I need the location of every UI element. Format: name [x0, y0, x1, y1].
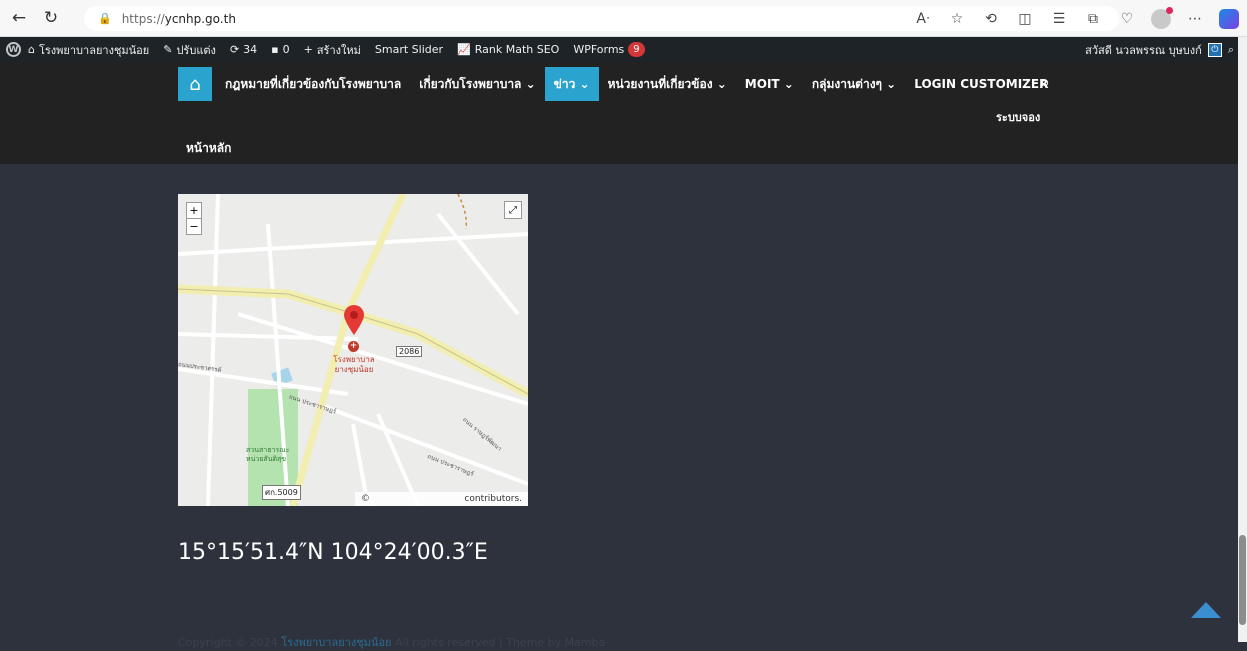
split-screen-icon[interactable]: ◫ — [1015, 11, 1035, 27]
attribution-text[interactable]: contributors. — [464, 494, 522, 504]
admin-new[interactable]: + สร้างใหม่ — [297, 37, 368, 62]
brush-icon: ✎ — [163, 43, 173, 56]
comment-icon: ▪ — [271, 43, 279, 56]
comments-count: 0 — [282, 43, 290, 56]
search-icon[interactable]: ⌕ — [1040, 72, 1050, 93]
road-minor — [178, 332, 359, 341]
admin-search-icon[interactable]: ⌕ — [1228, 43, 1234, 57]
scrollbar-thumb[interactable] — [1239, 535, 1246, 625]
road-tag-2086: 2086 — [396, 346, 423, 357]
scroll-to-top-icon[interactable] — [1191, 602, 1221, 618]
account-greeting[interactable]: สวัสดี นวลพรรณ บุษบงก์ — [1085, 41, 1202, 59]
location-map[interactable]: + − ⤢ + โรงพยาบาลยางชุมน้อย 2086 ศก.5009… — [178, 194, 528, 506]
collections-icon[interactable]: ⧉ — [1083, 11, 1103, 27]
home-link[interactable]: หน้าหลัก — [186, 139, 231, 158]
updates-icon: ⟳ — [229, 43, 240, 56]
menu-item-about[interactable]: เกี่ยวกับโรงพยาบาล ⌄ — [410, 67, 544, 101]
new-label: สร้างใหม่ — [316, 43, 361, 57]
hospital-label: โรงพยาบาลยางชุมน้อย — [333, 355, 375, 374]
road-minor — [206, 194, 220, 506]
wp-admin-bar: W ⌂ โรงพยาบาลยางชุมน้อย ✎ ปรับแต่ง ⟳ 34 … — [0, 37, 1238, 62]
coordinates-text: 15°15′51.4″N 104°24′00.3″E — [178, 540, 488, 565]
footer-suffix: All rights reserved | Theme by Mamba — [395, 636, 606, 649]
url-scheme: https:// — [121, 11, 165, 26]
rank-math-icon: 📈 — [457, 43, 471, 56]
browser-actions: Aᐧ ☆ ⟲ ◫ ☰ ⧉ ♡ ⋯ — [913, 6, 1239, 31]
wpforms-label: WPForms — [573, 43, 625, 56]
plus-icon: + — [303, 43, 313, 56]
menu-item-agencies[interactable]: หน่วยงานที่เกี่ยวข้อง ⌄ — [599, 67, 736, 101]
zoom-controls: + − — [186, 202, 202, 235]
admin-customize[interactable]: ✎ ปรับแต่ง — [156, 37, 223, 62]
park-label: สวนสาธารณะหน่วยสันติสุข — [246, 446, 290, 463]
smart-slider-label: Smart Slider — [374, 43, 444, 56]
zoom-in-button[interactable]: + — [187, 203, 201, 218]
favorite-star-icon[interactable]: ☆ — [947, 11, 967, 27]
footer-copyright: Copyright © 2024 โรงพยาบาลยางชุมน้อย All… — [178, 633, 605, 651]
road-minor — [178, 232, 528, 256]
customize-label: ปรับแต่ง — [176, 43, 216, 57]
admin-smart-slider[interactable]: Smart Slider — [368, 37, 450, 62]
favorites-icon[interactable]: ☰ — [1049, 11, 1069, 27]
fullscreen-icon[interactable]: ⤢ — [504, 201, 522, 219]
menu-item-login-customizer[interactable]: LOGIN CUSTOMIZER — [905, 67, 1057, 101]
reload-button[interactable]: ↻ — [38, 5, 64, 31]
extensions-icon[interactable]: ⟲ — [981, 11, 1001, 27]
rank-math-label: Rank Math SEO — [474, 43, 560, 56]
menu-item-law[interactable]: กฎหมายที่เกี่ยวข้องกับโรงพยาบาล — [216, 67, 410, 101]
read-aloud-icon[interactable]: Aᐧ — [913, 11, 933, 27]
footer-site-link[interactable]: โรงพยาบาลยางชุมน้อย — [281, 636, 391, 649]
menu-item-departments[interactable]: กลุ่มงานต่างๆ ⌄ — [803, 67, 905, 101]
admin-comments[interactable]: ▪ 0 — [264, 37, 296, 62]
browser-toolbar: ← ↻ 🔒 https://ycnhp.go.th Aᐧ ☆ ⟲ ◫ ☰ ⧉ ♡… — [0, 0, 1247, 37]
trail-path — [457, 194, 468, 230]
road-minor — [436, 212, 520, 316]
admin-wpforms[interactable]: WPForms 9 — [566, 37, 651, 62]
lock-icon: 🔒 — [98, 12, 112, 25]
back-button[interactable]: ← — [6, 5, 32, 31]
admin-updates[interactable]: ⟳ 34 — [223, 37, 264, 62]
zoom-out-button[interactable]: − — [187, 218, 201, 234]
url-host: ycnhp.go.th — [164, 11, 236, 26]
footer-prefix: Copyright © 2024 — [178, 636, 278, 649]
wordpress-logo-icon[interactable]: W — [6, 42, 21, 57]
map-pin-icon[interactable] — [342, 304, 366, 336]
admin-site-name[interactable]: ⌂ โรงพยาบาลยางชุมน้อย — [21, 37, 156, 62]
road-tag-5009: ศก.5009 — [262, 485, 301, 500]
site-navigation: ⌂ กฎหมายที่เกี่ยวข้องกับโรงพยาบาล เกี่ยว… — [0, 62, 1238, 164]
attribution-symbol: © — [361, 494, 370, 504]
hospital-icon: + — [348, 341, 359, 352]
dashboard-icon: ⌂ — [28, 43, 35, 56]
map-attribution: © contributors. — [355, 492, 528, 506]
main-menu: ⌂ กฎหมายที่เกี่ยวข้องกับโรงพยาบาล เกี่ยว… — [178, 67, 1057, 101]
wpforms-badge: 9 — [628, 42, 645, 57]
site-name-label: โรงพยาบาลยางชุมน้อย — [38, 43, 150, 57]
menu-item-booking[interactable]: ระบบจอง — [996, 108, 1040, 126]
copilot-icon[interactable] — [1219, 8, 1239, 29]
menu-item-moit[interactable]: MOIT ⌄ — [736, 67, 803, 101]
updates-count: 34 — [243, 43, 258, 56]
admin-rank-math[interactable]: 📈 Rank Math SEO — [450, 37, 566, 62]
admin-account: สวัสดี นวลพรรณ บุษบงก์ ⏻ ⌕ — [1085, 41, 1234, 59]
heart-icon[interactable]: ♡ — [1117, 11, 1137, 27]
more-icon[interactable]: ⋯ — [1185, 11, 1205, 27]
account-avatar-icon[interactable]: ⏻ — [1207, 42, 1222, 57]
home-icon[interactable]: ⌂ — [178, 67, 212, 101]
profile-avatar[interactable] — [1151, 6, 1173, 29]
menu-item-news[interactable]: ข่าว ⌄ — [544, 67, 599, 101]
page-scrollbar[interactable] — [1238, 37, 1247, 642]
